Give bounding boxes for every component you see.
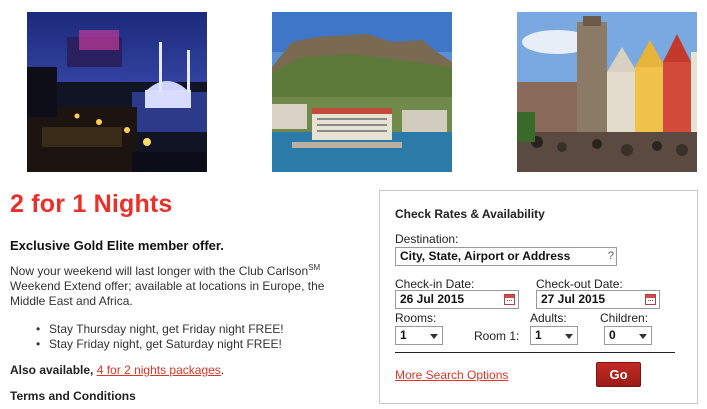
go-button[interactable]: Go (596, 362, 641, 387)
adults-label: Adults: (530, 311, 567, 325)
also-available-label: Also available, (10, 363, 94, 377)
list-item: Stay Thursday night, get Friday night FR… (36, 322, 284, 337)
children-select[interactable]: 0 (604, 326, 652, 345)
adults-value: 1 (535, 328, 542, 342)
divider (395, 352, 675, 353)
checkin-value: 26 Jul 2015 (400, 292, 465, 306)
rooms-value: 1 (400, 328, 407, 342)
adults-select[interactable]: 1 (530, 326, 578, 345)
chevron-down-icon (639, 334, 647, 339)
rooms-label: Rooms: (395, 311, 437, 325)
children-value: 0 (609, 328, 616, 342)
destination-label: Destination: (395, 232, 459, 246)
rooms-select[interactable]: 1 (395, 326, 443, 345)
offer-bullets: Stay Thursday night, get Friday night FR… (36, 322, 284, 352)
bergen-photo (517, 12, 697, 172)
checkout-input[interactable]: 27 Jul 2015 (536, 290, 660, 309)
packages-link[interactable]: 4 for 2 nights packages (97, 363, 221, 377)
offer-headline: 2 for 1 Nights (10, 190, 173, 218)
panel-title: Check Rates & Availability (395, 207, 545, 221)
more-search-options-link[interactable]: More Search Options (395, 368, 508, 382)
children-label: Children: (600, 311, 649, 325)
calendar-icon[interactable] (504, 294, 515, 305)
list-item: Stay Friday night, get Saturday night FR… (36, 337, 284, 352)
help-icon[interactable]: ? (608, 249, 614, 264)
calendar-icon[interactable] (645, 294, 656, 305)
checkout-value: 27 Jul 2015 (541, 292, 606, 306)
destination-value: City, State, Airport or Address (400, 249, 571, 263)
chevron-down-icon (430, 334, 438, 339)
offer-subhead: Exclusive Gold Elite member offer. (10, 238, 224, 253)
check-rates-panel: Check Rates & Availability Destination: … (379, 190, 698, 404)
offer-description: Now your weekend will last longer with t… (10, 264, 350, 309)
terms-and-conditions[interactable]: Terms and Conditions (10, 389, 136, 403)
room-1-label: Room 1: (474, 329, 520, 343)
offer-description-end: Weekend Extend offer; available at locat… (10, 279, 325, 308)
chevron-down-icon (565, 334, 573, 339)
checkout-label: Check-out Date: (536, 277, 623, 291)
cape-town-photo (272, 12, 452, 172)
also-available-line: Also available, 4 for 2 nights packages. (10, 363, 224, 377)
istanbul-night-photo (27, 12, 207, 172)
destination-input[interactable]: City, State, Airport or Address ? (395, 247, 617, 266)
offer-description-start: Now your weekend will last longer with t… (10, 264, 309, 278)
service-mark: SM (308, 263, 321, 272)
also-available-end: . (220, 363, 225, 377)
checkin-input[interactable]: 26 Jul 2015 (395, 290, 519, 309)
checkin-label: Check-in Date: (395, 277, 475, 291)
